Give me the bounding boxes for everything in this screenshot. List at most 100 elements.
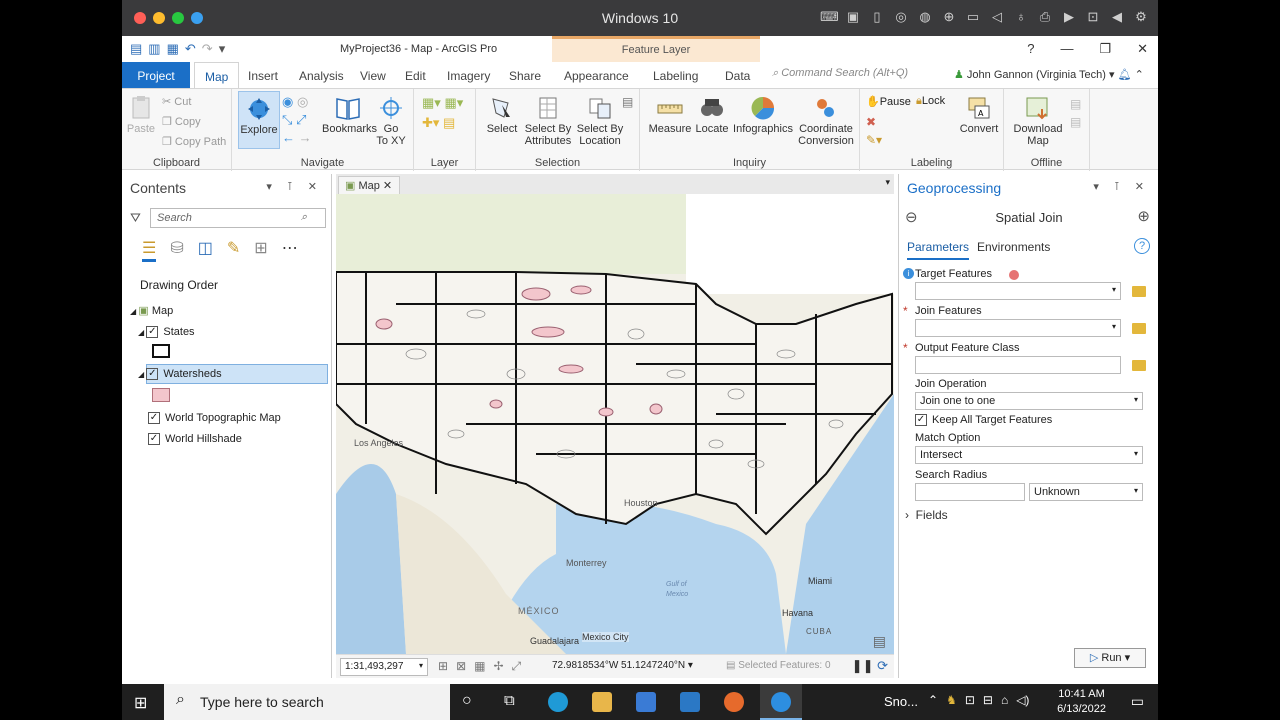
new-project-icon[interactable]: ▤	[130, 41, 142, 57]
attributes-icon[interactable]: ▤	[622, 95, 633, 109]
start-icon[interactable]: ⊞	[134, 693, 147, 713]
notification-center-icon[interactable]: ▭	[1131, 693, 1144, 710]
tray-app-icon[interactable]: ⊡	[965, 693, 975, 707]
keep-all-checkbox[interactable]: ✓	[915, 414, 927, 427]
settings-icon[interactable]: ⚙	[1132, 8, 1150, 26]
tab-list-icon[interactable]: ▾	[885, 177, 890, 188]
zoom-out-icon[interactable]: ⤢	[296, 112, 306, 127]
browse-folder-icon[interactable]	[1132, 360, 1146, 371]
camera-icon[interactable]: ▶	[1060, 8, 1078, 26]
states-visibility-checkbox[interactable]: ✓	[146, 326, 159, 339]
folder-share-icon[interactable]: ⊕	[940, 8, 958, 26]
pause-labels-button[interactable]: ✋Pause	[866, 95, 911, 108]
locate-button[interactable]: Locate	[694, 95, 730, 135]
lock-labels-button[interactable]: 🔒︎Lock	[916, 95, 945, 108]
add-tool-icon[interactable]: ⊕	[1137, 207, 1150, 225]
keep-all-target-features[interactable]: ✓ Keep All Target Features	[915, 414, 1052, 427]
go-to-xy-button[interactable]: Go To XY	[376, 95, 406, 147]
firefox-icon[interactable]	[724, 692, 744, 712]
map-view-tab[interactable]: ▣ Map ✕	[338, 176, 400, 194]
unplaced-labels-icon[interactable]: ✖	[866, 115, 876, 129]
tab-analysis[interactable]: Analysis	[289, 62, 354, 88]
clock[interactable]: 10:41 AM 6/13/2022	[1057, 687, 1106, 717]
minimize-button[interactable]: —	[1060, 41, 1073, 57]
mic-icon[interactable]: ♁	[1012, 8, 1030, 26]
copy-path-button[interactable]: ❐ Copy Path	[162, 135, 226, 148]
search-radius-unit-dropdown[interactable]: Unknown ▾	[1029, 483, 1143, 501]
copy-button[interactable]: ❐ Copy	[162, 115, 201, 128]
tab-imagery[interactable]: Imagery	[437, 62, 500, 88]
cut-button[interactable]: ✂ Cut	[162, 95, 191, 108]
list-by-drawing-order-icon[interactable]: ☰	[142, 238, 157, 262]
save-icon[interactable]: ▦	[167, 41, 179, 57]
basemap-attribution-icon[interactable]: ▤	[873, 633, 886, 650]
tab-environments[interactable]: Environments	[977, 240, 1050, 254]
volume-icon[interactable]: ◁)	[1016, 693, 1029, 707]
cpu-icon[interactable]: ▣	[844, 8, 862, 26]
help-button[interactable]: ?	[1027, 41, 1034, 57]
user-account[interactable]: ♟ John Gannon (Virginia Tech) ▾ 🔔︎ ⌃	[954, 68, 1144, 81]
map-node[interactable]: ◢ ▣ Map	[130, 304, 173, 317]
tab-map[interactable]: Map	[194, 62, 240, 88]
pause-drawing-icon[interactable]: ❚❚	[852, 658, 874, 673]
refresh-icon[interactable]: ⟳	[877, 658, 888, 673]
tab-share[interactable]: Share	[499, 62, 551, 88]
printer-icon[interactable]: ⎙	[1036, 8, 1054, 26]
target-features-dropdown[interactable]: ▾	[915, 282, 1121, 300]
collapse-icon[interactable]: ◢	[138, 370, 146, 379]
tab-insert[interactable]: Insert	[238, 62, 288, 88]
back-icon[interactable]: ◀	[1108, 8, 1126, 26]
tab-view[interactable]: View	[350, 62, 396, 88]
bookmarks-button[interactable]: Bookmarks	[322, 95, 377, 135]
tab-parameters[interactable]: Parameters	[907, 240, 970, 260]
layer-template-icon[interactable]: ▤	[443, 115, 455, 130]
explore-button[interactable]: Explore	[238, 91, 280, 149]
search-radius-input[interactable]	[915, 483, 1025, 501]
tray-app-icon[interactable]: ⊟	[983, 693, 993, 707]
close-tab-icon[interactable]: ✕	[383, 180, 392, 192]
sync-icon[interactable]: ▤	[1070, 97, 1081, 111]
fixed-zoom-icon[interactable]: ◎	[297, 94, 308, 109]
store-icon[interactable]	[636, 692, 656, 712]
geoprocessing-pane-controls[interactable]: ▾ ⊺ ✕	[1093, 180, 1150, 193]
measure-button[interactable]: Measure	[648, 95, 692, 135]
states-symbol[interactable]	[152, 344, 170, 358]
tab-edit[interactable]: Edit	[395, 62, 436, 88]
list-by-source-icon[interactable]: ⛁	[170, 238, 183, 262]
hillshade-visibility-checkbox[interactable]: ✓	[148, 433, 160, 446]
list-by-snapping-icon[interactable]: ⊞	[254, 238, 267, 262]
topo-visibility-checkbox[interactable]: ✓	[148, 412, 160, 425]
label-options-icon[interactable]: ✎▾	[866, 133, 882, 147]
edge-icon[interactable]	[548, 692, 568, 712]
remove-offline-icon[interactable]: ▤	[1070, 115, 1081, 129]
file-explorer-icon[interactable]	[592, 692, 612, 712]
select-button[interactable]: Select	[482, 95, 522, 135]
network-icon[interactable]: ⌂	[1001, 693, 1008, 707]
add-graphics-icon[interactable]: ✚▾	[422, 115, 439, 130]
collapse-ribbon-icon[interactable]: ⌃	[1135, 69, 1144, 81]
more-icon[interactable]: ⋯	[282, 238, 298, 262]
layer-states[interactable]: ◢ ✓ States	[138, 326, 195, 339]
mail-icon[interactable]	[680, 692, 700, 712]
match-option-dropdown[interactable]: Intersect ▾	[915, 446, 1143, 464]
arcgis-pro-taskbar-button[interactable]	[760, 684, 802, 720]
collapse-icon[interactable]: ◢	[138, 328, 146, 337]
add-data-icon[interactable]: ▦▾	[422, 95, 441, 110]
redo-icon[interactable]: ↷	[202, 41, 213, 57]
scale-dropdown[interactable]: 1:31,493,297 ▾	[340, 658, 428, 676]
zoom-in-icon[interactable]: ⤡	[282, 112, 292, 127]
sound-icon[interactable]: ◁	[988, 8, 1006, 26]
tray-app-icon[interactable]: ♞	[946, 693, 957, 707]
output-feature-class-input[interactable]	[915, 356, 1121, 374]
join-operation-dropdown[interactable]: Join one to one ▾	[915, 392, 1143, 410]
select-by-attributes-button[interactable]: Select By Attributes	[522, 95, 574, 147]
contents-pane-controls[interactable]: ▾ ⊺ ✕	[266, 180, 323, 193]
contents-search-input[interactable]: Search ⌕	[150, 208, 326, 228]
add-preset-icon[interactable]: ▦▾	[444, 95, 463, 110]
layer-watersheds[interactable]: ◢ ✓ Watersheds	[138, 368, 222, 381]
next-extent-icon[interactable]: →	[299, 130, 312, 145]
layer-world-hillshade[interactable]: ✓ World Hillshade	[148, 433, 242, 446]
cortana-icon[interactable]: ○	[462, 692, 472, 710]
infographics-button[interactable]: Infographics	[732, 95, 794, 135]
select-by-location-button[interactable]: Select By Location	[574, 95, 626, 147]
